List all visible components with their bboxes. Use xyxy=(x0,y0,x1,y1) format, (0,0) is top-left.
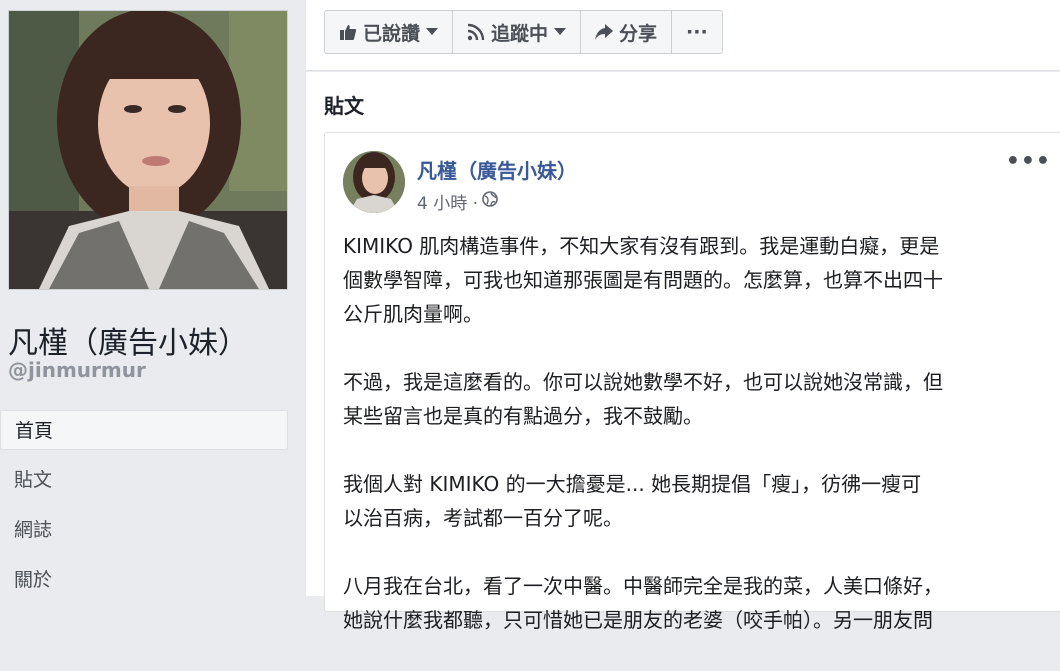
post-body: KIMIKO 肌肉構造事件，不知大家有沒有跟到。我是運動白癡，更是 個數學智障，… xyxy=(343,229,1043,671)
left-nav: 首頁 貼文 網誌 關於 xyxy=(0,410,288,610)
post-meta: 4 小時 · xyxy=(417,189,498,214)
post-paragraph: 八月我在台北，看了一次中醫。中醫師完全是我的菜，人美口條好， 她說什麼我都聽，只… xyxy=(343,574,943,632)
more-options-button[interactable]: ··· xyxy=(672,11,722,53)
liked-button[interactable]: 已說讚 xyxy=(325,11,454,53)
thumbs-up-icon xyxy=(339,23,357,41)
post-paragraph: KIMIKO 肌肉構造事件，不知大家有沒有跟到。我是運動白癡，更是 個數學智障，… xyxy=(343,234,943,326)
posts-heading: 貼文 xyxy=(324,94,364,118)
nav-item-notes[interactable]: 網誌 xyxy=(0,510,288,550)
post-card: 凡槿（廣告小妹） 4 小時 · ••• KIMIKO 肌肉構造事件，不知大家有沒… xyxy=(324,132,1060,632)
caret-down-icon xyxy=(554,28,567,36)
caret-down-icon xyxy=(426,28,439,36)
feed-panel: 貼文 凡槿（廣告小妹） 4 小時 · ••• KIMIKO 肌肉構造事件，不知大… xyxy=(306,72,1060,632)
nav-item-home[interactable]: 首頁 xyxy=(0,410,288,450)
profile-photo[interactable] xyxy=(8,10,288,290)
following-label: 追蹤中 xyxy=(491,22,549,45)
share-arrow-icon xyxy=(595,24,614,40)
post-timestamp[interactable]: 4 小時 · xyxy=(417,189,478,214)
post-options-button[interactable]: ••• xyxy=(1006,149,1051,174)
nav-item-about[interactable]: 關於 xyxy=(0,560,288,600)
nav-item-posts[interactable]: 貼文 xyxy=(0,460,288,500)
liked-label: 已說讚 xyxy=(363,22,421,45)
post-author-link[interactable]: 凡槿（廣告小妹） xyxy=(417,155,577,184)
following-button[interactable]: 追蹤中 xyxy=(453,11,582,53)
post-paragraph: 我個人對 KIMIKO 的一大擔憂是... 她長期提倡「瘦」，彷彿一瘦可 以治百… xyxy=(343,472,922,530)
avatar[interactable] xyxy=(343,151,405,213)
post-paragraph: 不過，我是這麼看的。你可以說她數學不好，也可以說她沒常識，但 某些留言也是真的有… xyxy=(343,370,943,428)
username[interactable]: @jinmurmur xyxy=(8,358,146,382)
share-button[interactable]: 分享 xyxy=(581,11,673,53)
page-action-bar: 已說讚 追蹤中 分享 ··· xyxy=(306,0,1060,71)
left-column: 凡槿（廣告小妹） @jinmurmur 首頁 貼文 網誌 關於 xyxy=(0,0,300,596)
globe-icon xyxy=(482,191,498,212)
page-title: 凡槿（廣告小妹） xyxy=(8,326,248,361)
rss-icon xyxy=(467,23,485,41)
action-button-group: 已說讚 追蹤中 分享 ··· xyxy=(324,10,723,54)
more-dots-icon: ··· xyxy=(686,21,708,43)
share-label: 分享 xyxy=(619,22,658,45)
